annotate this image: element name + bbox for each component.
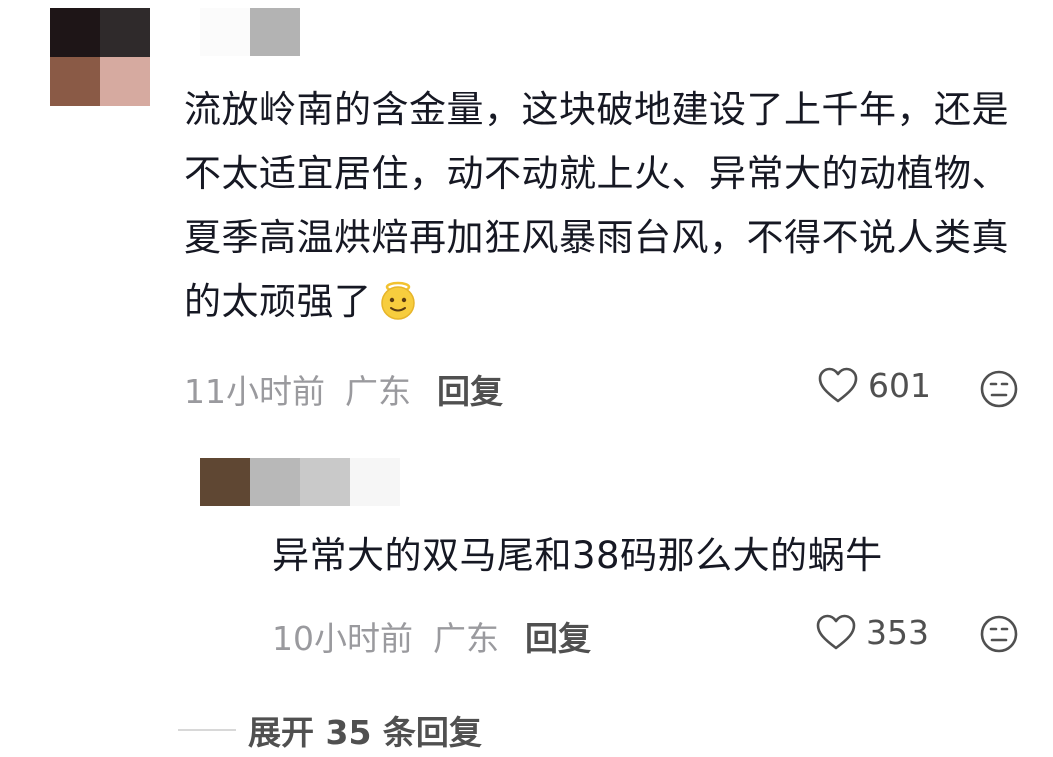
username[interactable]: [250, 8, 300, 56]
reply-username[interactable]: [250, 458, 300, 506]
expand-replies-button[interactable]: 展开 35 条回复: [178, 706, 482, 754]
heart-icon: [816, 614, 856, 650]
reply-like-button[interactable]: 353: [814, 612, 929, 652]
comment-meta: 11小时前 广东 回复: [184, 365, 503, 413]
divider: [178, 729, 236, 731]
reply-avatar[interactable]: [200, 458, 250, 506]
reply-body: 异常大的双马尾和38码那么大的蜗牛: [272, 534, 883, 577]
comment-body: 流放岭南的含金量，这块破地建设了上千年，还是不太适宜居住，动不动就上火、异常大的…: [184, 78, 1034, 334]
like-count: 601: [868, 365, 931, 405]
reply-like-count: 353: [866, 612, 929, 652]
reply-region: 广东: [433, 619, 499, 658]
smiling-face-with-halo-icon: [376, 278, 420, 322]
avatar-pixel: [50, 8, 100, 57]
expand-replies-label: 展开 35 条回复: [248, 713, 482, 752]
avatar-pixel: [50, 57, 100, 106]
comment-text: 流放岭南的含金量，这块破地建设了上千年，还是不太适宜居住，动不动就上火、异常大的…: [184, 88, 1009, 323]
avatar-pixel: [100, 57, 150, 106]
reply-meta: 10小时前 广东 回复: [272, 612, 591, 660]
like-button[interactable]: 601: [816, 365, 931, 405]
dislike-icon[interactable]: [979, 614, 1019, 654]
comment-time: 11小时前: [184, 372, 325, 411]
reply-reply-button[interactable]: 回复: [525, 612, 591, 660]
heart-icon: [818, 367, 858, 403]
reply-username-blur: [300, 458, 350, 506]
dislike-icon[interactable]: [979, 369, 1019, 409]
avatar-pixel: [100, 8, 150, 57]
username-blur: [200, 8, 250, 56]
reply-username-blur: [350, 458, 400, 506]
comment-region: 广东: [345, 372, 411, 411]
reply-time: 10小时前: [272, 619, 413, 658]
reply-button[interactable]: 回复: [437, 365, 503, 413]
avatar[interactable]: [50, 8, 150, 106]
